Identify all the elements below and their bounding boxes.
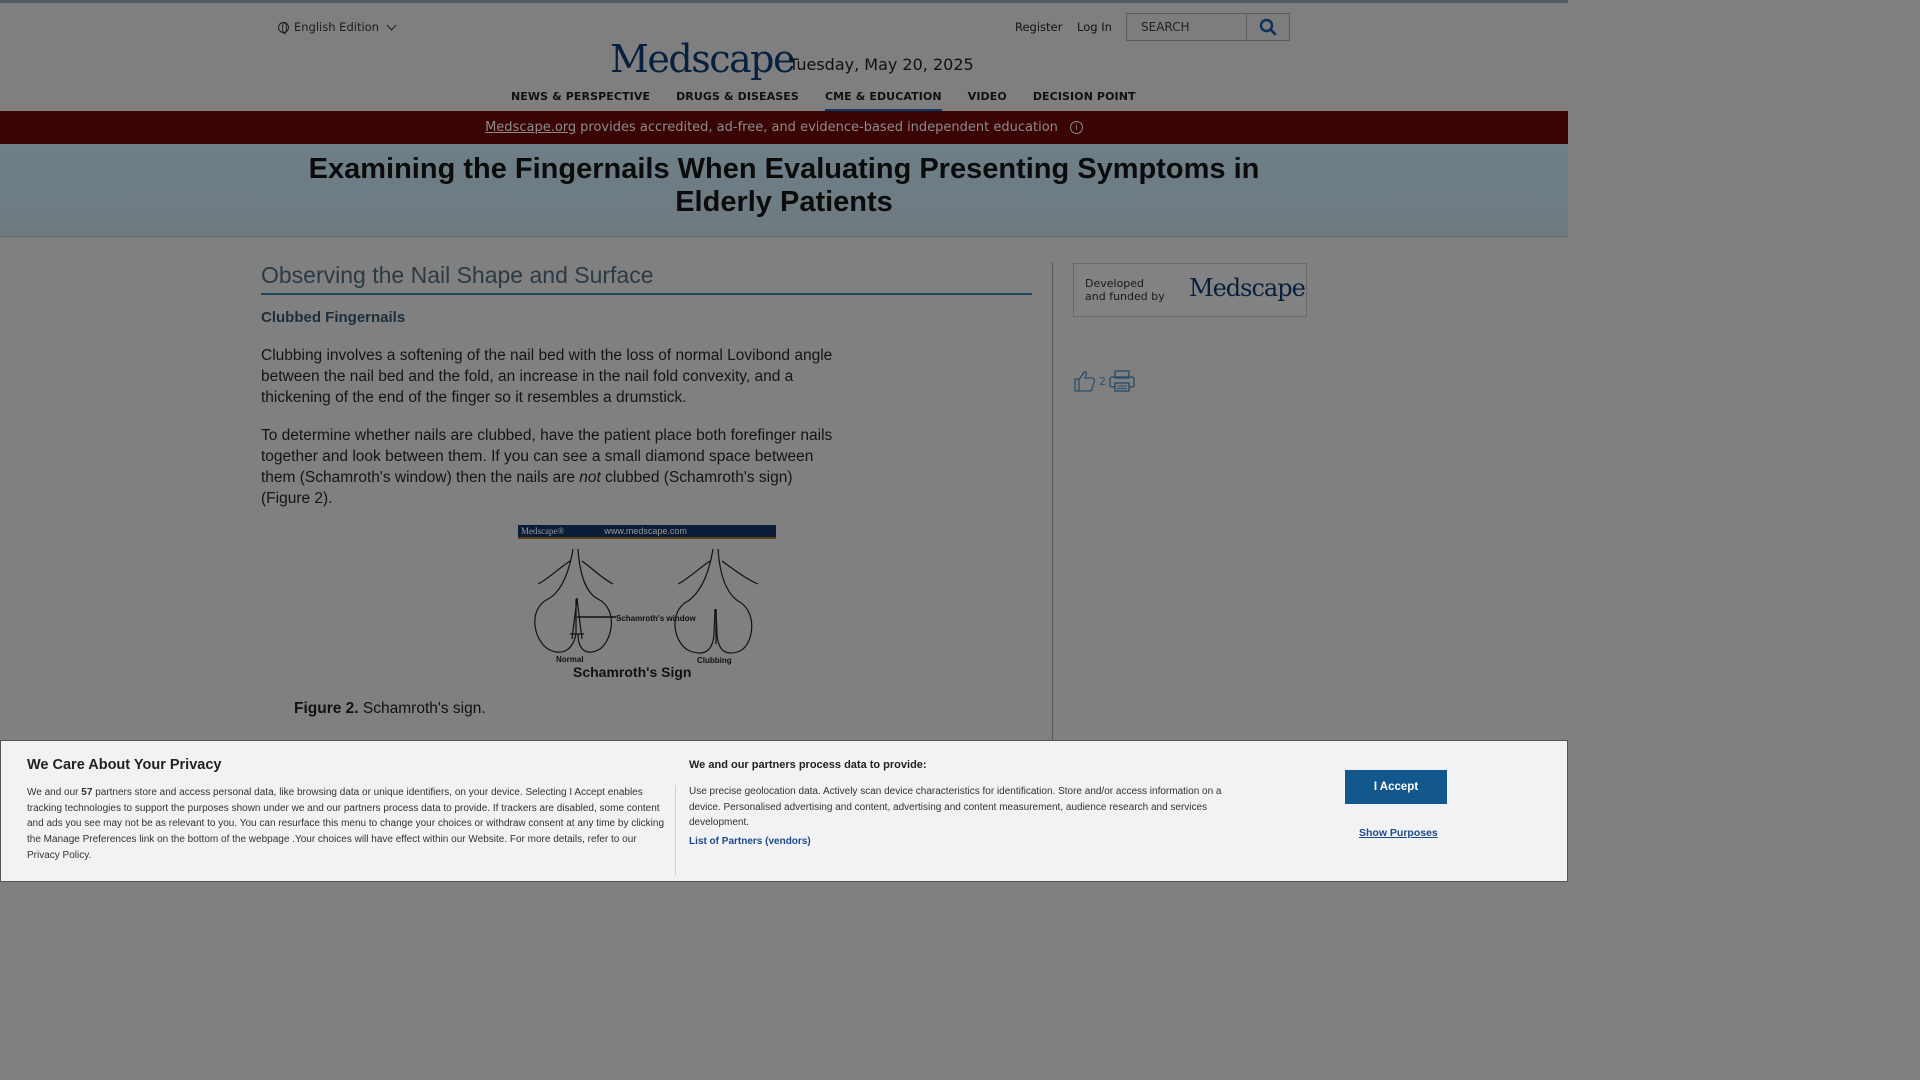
login-link[interactable]: Log In (1077, 20, 1112, 34)
nav-decision-point[interactable]: DECISION POINT (1033, 90, 1136, 111)
medscape-org-link[interactable]: Medscape.org (485, 120, 576, 135)
figure-caption: Figure 2. Schamroth's sign. (294, 700, 486, 718)
purposes-heading: We and our partners process data to prov… (689, 759, 927, 771)
show-purposes-link[interactable]: Show Purposes (1359, 827, 1438, 839)
figure-url: www.medscape.com (604, 526, 687, 536)
nav-drugs-diseases[interactable]: DRUGS & DISEASES (676, 90, 799, 111)
privacy-title: We Care About Your Privacy (27, 757, 222, 773)
sponsor-logo: Medscape (1189, 274, 1306, 302)
education-banner: Medscape.org provides accredited, ad-fre… (0, 111, 1568, 144)
thumbs-up-icon[interactable] (1073, 369, 1097, 393)
figure-schamroth-sign[interactable]: Medscape® www.medscape.com Schamroth's w… (518, 525, 776, 683)
sub-heading: Clubbed Fingernails (261, 309, 406, 326)
section-heading: Observing the Nail Shape and Surface (261, 262, 1032, 295)
info-icon[interactable]: i (1069, 121, 1083, 134)
paragraph-schamroth: To determine whether nails are clubbed, … (261, 425, 843, 509)
current-date: Tuesday, May 20, 2025 (789, 55, 974, 74)
search-input[interactable] (1127, 14, 1246, 40)
label-clubbing: Clubbing (697, 656, 732, 665)
edition-selector[interactable]: English Edition (278, 20, 397, 34)
site-header: English Edition Register Log In Medscape… (0, 3, 1568, 111)
figure-header-bar: Medscape® www.medscape.com (518, 525, 776, 539)
caption-text: Schamroth's sign. (362, 700, 486, 717)
print-icon[interactable] (1108, 369, 1136, 393)
register-link[interactable]: Register (1015, 20, 1062, 34)
sidebar-divider (1052, 262, 1053, 742)
privacy-consent-panel: We Care About Your Privacy We and our 57… (0, 740, 1568, 882)
nav-news-perspective[interactable]: NEWS & PERSPECTIVE (511, 90, 650, 111)
label-normal: Normal (556, 655, 584, 664)
banner-text: provides accredited, ad-free, and eviden… (580, 120, 1058, 135)
emphasis-text: not (579, 469, 601, 486)
main-nav: NEWS & PERSPECTIVE DRUGS & DISEASES CME … (511, 90, 1162, 111)
article-actions: 2 (1073, 369, 1136, 393)
schamroth-illustration: Schamroth's window Normal Clubbing Scham… (534, 548, 759, 680)
privacy-body: We and our 57 partners store and access … (27, 785, 667, 864)
caption-label: Figure 2. (294, 700, 359, 717)
label-figure-title: Schamroth's Sign (573, 664, 691, 680)
edition-label: English Edition (294, 20, 379, 34)
search-box (1126, 13, 1290, 41)
nav-video[interactable]: VIDEO (968, 90, 1007, 111)
sponsor-box[interactable]: Developed and funded by Medscape (1073, 263, 1307, 317)
search-icon (1259, 18, 1277, 36)
nav-cme-education[interactable]: CME & EDUCATION (824, 90, 942, 111)
search-button[interactable] (1246, 14, 1289, 40)
globe-icon (278, 21, 289, 34)
paragraph-clubbing: Clubbing involves a softening of the nai… (261, 347, 833, 406)
label-window: Schamroth's window (616, 614, 696, 623)
like-count: 2 (1099, 374, 1106, 388)
partner-count: 57 (81, 787, 93, 798)
article-title: Examining the Fingernails When Evaluatin… (308, 153, 1260, 218)
privacy-text: We and our (27, 787, 82, 798)
partners-list-link[interactable]: List of Partners (vendors) (689, 836, 811, 847)
accept-button[interactable]: I Accept (1345, 770, 1447, 804)
medscape-logo[interactable]: Medscape (610, 37, 795, 81)
chevron-down-icon (386, 20, 397, 30)
privacy-separator (675, 785, 676, 875)
privacy-text: partners store and access personal data,… (27, 787, 665, 861)
sponsor-text: Developed and funded by (1085, 277, 1165, 303)
purposes-text: Use precise geolocation data. Actively s… (689, 786, 1222, 829)
figure-brand: Medscape® (521, 526, 565, 536)
title-band: Examining the Fingernails When Evaluatin… (0, 144, 1568, 237)
